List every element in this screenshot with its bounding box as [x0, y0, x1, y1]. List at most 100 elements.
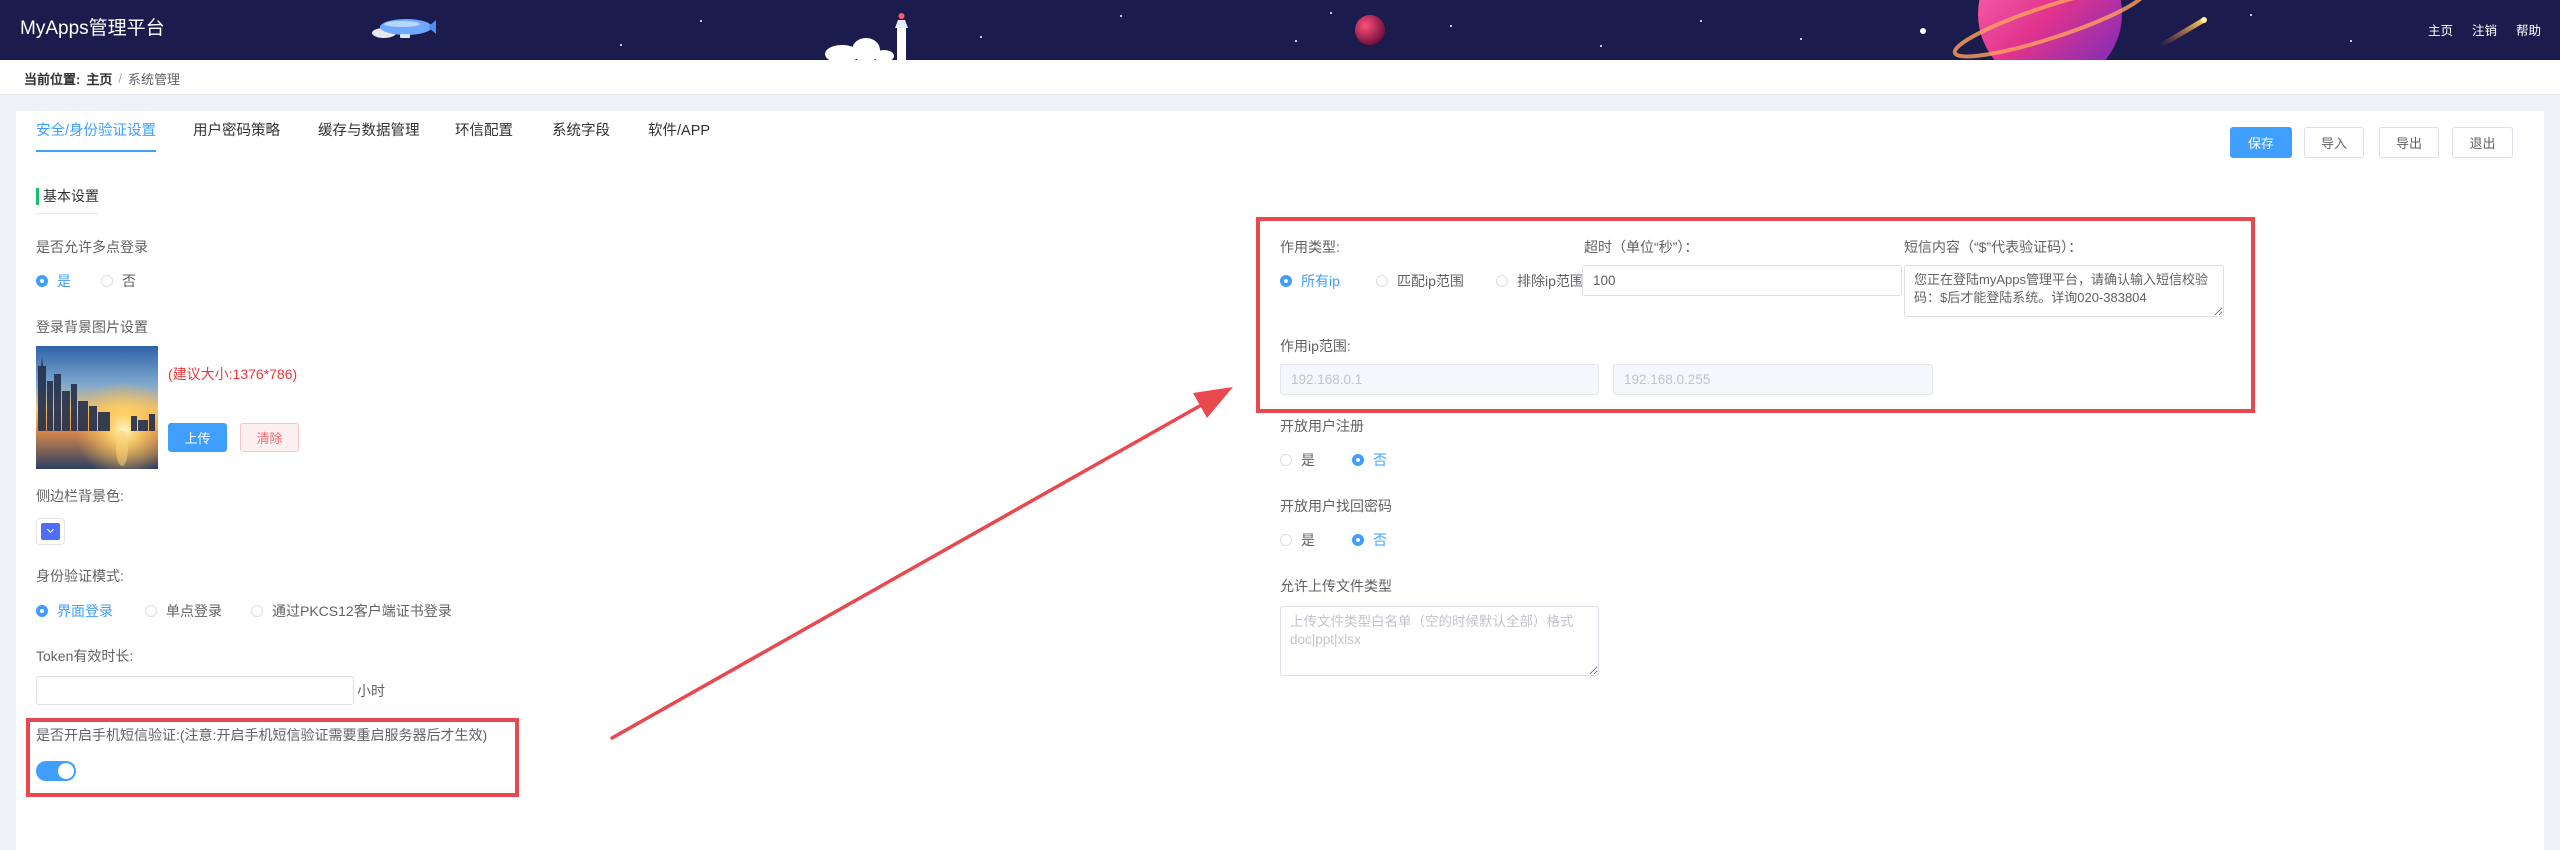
sms-content-textarea[interactable]: 您正在登陆myApps管理平台，请确认输入短信校验码：$后才能登陆系统。详询02… — [1904, 265, 2224, 317]
switch-knob — [58, 763, 74, 779]
token-duration-input[interactable] — [36, 676, 354, 705]
moon-dot — [1920, 28, 1926, 34]
login-background-thumbnail — [36, 346, 158, 469]
red-planet-illustration — [1355, 15, 1385, 45]
tab-security-auth[interactable]: 安全/身份验证设置 — [36, 121, 157, 152]
radio-label: 是 — [1301, 532, 1315, 548]
ip-range-end-input[interactable] — [1613, 364, 1933, 395]
radio-label: 单点登录 — [166, 603, 222, 619]
multi-login-label: 是否允许多点登录 — [36, 239, 148, 255]
timeout-input[interactable] — [1582, 265, 1902, 296]
breadcrumb: 当前位置: 主页 / 系统管理 — [24, 68, 180, 88]
save-button[interactable]: 保存 — [2230, 127, 2292, 158]
radio-circle — [1376, 275, 1388, 287]
radio-register-yes[interactable]: 是 — [1280, 450, 1315, 470]
tower-top — [895, 20, 908, 28]
color-swatch — [41, 523, 60, 540]
radio-multi-login-no[interactable]: 否 — [101, 271, 136, 291]
radio-auth-sso[interactable]: 单点登录 — [145, 601, 222, 621]
sms-verify-label: 是否开启手机短信验证:(注意:开启手机短信验证需要重启服务器后才生效) — [36, 727, 488, 743]
radio-circle — [251, 605, 263, 617]
clear-button[interactable]: 清除 — [240, 423, 299, 452]
tab-system-fields[interactable]: 系统字段 — [552, 121, 610, 152]
timeout-label: 超时（单位“秒”）： — [1584, 239, 1699, 255]
radio-label: 否 — [1373, 452, 1387, 468]
radio-label: 匹配ip范围 — [1397, 273, 1464, 289]
blimp-highlight — [384, 21, 420, 27]
auth-mode-label: 身份验证模式: — [36, 568, 124, 584]
import-button[interactable]: 导入 — [2304, 127, 2364, 158]
ip-range-start-input[interactable] — [1280, 364, 1599, 395]
comet-head — [2201, 17, 2207, 23]
radio-register-no[interactable]: 否 — [1352, 450, 1387, 470]
app-title: MyApps管理平台 — [20, 18, 165, 39]
radio-circle — [1280, 454, 1292, 466]
radio-circle — [36, 275, 48, 287]
radio-label: 是 — [1301, 452, 1315, 468]
cloud-tower-illustration — [825, 13, 908, 60]
tab-software-app[interactable]: 软件/APP — [648, 121, 710, 152]
radio-circle — [1352, 534, 1364, 546]
big-planet-illustration — [1952, 0, 2148, 60]
radio-label: 所有ip — [1301, 273, 1340, 289]
tower-light — [898, 13, 905, 19]
top-header: MyApps管理平台 主页 注销 帮助 — [0, 0, 2560, 60]
radio-label: 界面登录 — [57, 603, 113, 619]
chevron-down-icon — [46, 525, 55, 534]
nav-home-link[interactable]: 主页 — [2428, 21, 2453, 41]
breadcrumb-current: 系统管理 — [127, 71, 180, 87]
radio-multi-login-yes[interactable]: 是 — [36, 271, 71, 291]
tab-password-policy[interactable]: 用户密码策略 — [193, 121, 280, 152]
section-underline — [36, 213, 98, 214]
tab-huanxin-config[interactable]: 环信配置 — [455, 121, 513, 152]
sidebar-color-picker[interactable] — [36, 518, 65, 545]
radio-label: 排除ip范围 — [1517, 273, 1584, 289]
ip-range-label: 作用ip范围: — [1280, 338, 1351, 354]
radio-auth-pkcs12[interactable]: 通过PKCS12客户端证书登录 — [251, 601, 452, 621]
radio-label: 通过PKCS12客户端证书登录 — [272, 603, 452, 619]
sidebar-color-label: 侧边栏背景色: — [36, 488, 124, 504]
section-title: 基本设置 — [43, 188, 99, 204]
login-bg-label: 登录背景图片设置 — [36, 319, 148, 335]
app-root: MyApps管理平台 主页 注销 帮助 当前位置: 主页 / 系统管理 安全/身… — [0, 0, 2560, 850]
open-recover-label: 开放用户找回密码 — [1280, 498, 1392, 514]
radio-circle — [1352, 454, 1364, 466]
sms-verify-switch[interactable] — [36, 761, 76, 781]
radio-circle — [36, 605, 48, 617]
radio-label: 否 — [122, 273, 136, 289]
radio-circle — [1496, 275, 1508, 287]
radio-recover-yes[interactable]: 是 — [1280, 530, 1315, 550]
tab-cache-data[interactable]: 缓存与数据管理 — [318, 121, 420, 152]
open-register-label: 开放用户注册 — [1280, 418, 1364, 434]
blimp-gondola — [400, 34, 410, 38]
breadcrumb-home-link[interactable]: 主页 — [86, 69, 112, 88]
radio-scope-exclude-ip[interactable]: 排除ip范围 — [1496, 271, 1584, 291]
nav-logout-link[interactable]: 注销 — [2472, 21, 2497, 41]
radio-auth-ui-login[interactable]: 界面登录 — [36, 601, 113, 621]
radio-circle — [101, 275, 113, 287]
upload-types-textarea[interactable] — [1280, 606, 1599, 676]
upload-button[interactable]: 上传 — [168, 423, 227, 452]
city-skyline-image — [36, 346, 158, 469]
scope-type-label: 作用类型: — [1280, 239, 1340, 255]
blimp-illustration — [372, 19, 436, 38]
tower-body — [897, 28, 906, 60]
radio-recover-no[interactable]: 否 — [1352, 530, 1387, 550]
export-button[interactable]: 导出 — [2379, 127, 2439, 158]
radio-label: 是 — [57, 273, 71, 289]
radio-circle — [1280, 534, 1292, 546]
exit-button[interactable]: 退出 — [2452, 127, 2513, 158]
breadcrumb-prefix: 当前位置: — [24, 71, 81, 87]
comet-tail — [2157, 17, 2207, 49]
nav-help-link[interactable]: 帮助 — [2516, 21, 2541, 41]
breadcrumb-bar: 当前位置: 主页 / 系统管理 — [0, 60, 2560, 95]
token-duration-label: Token有效时长: — [36, 648, 134, 664]
radio-circle — [145, 605, 157, 617]
radio-scope-match-ip[interactable]: 匹配ip范围 — [1376, 271, 1464, 291]
radio-scope-all-ip[interactable]: 所有ip — [1280, 271, 1340, 291]
upload-types-label: 允许上传文件类型 — [1280, 578, 1392, 594]
token-unit-label: 小时 — [357, 683, 385, 699]
comet-illustration — [2157, 17, 2207, 49]
section-accent-bar — [36, 188, 39, 205]
breadcrumb-separator: / — [118, 70, 122, 86]
